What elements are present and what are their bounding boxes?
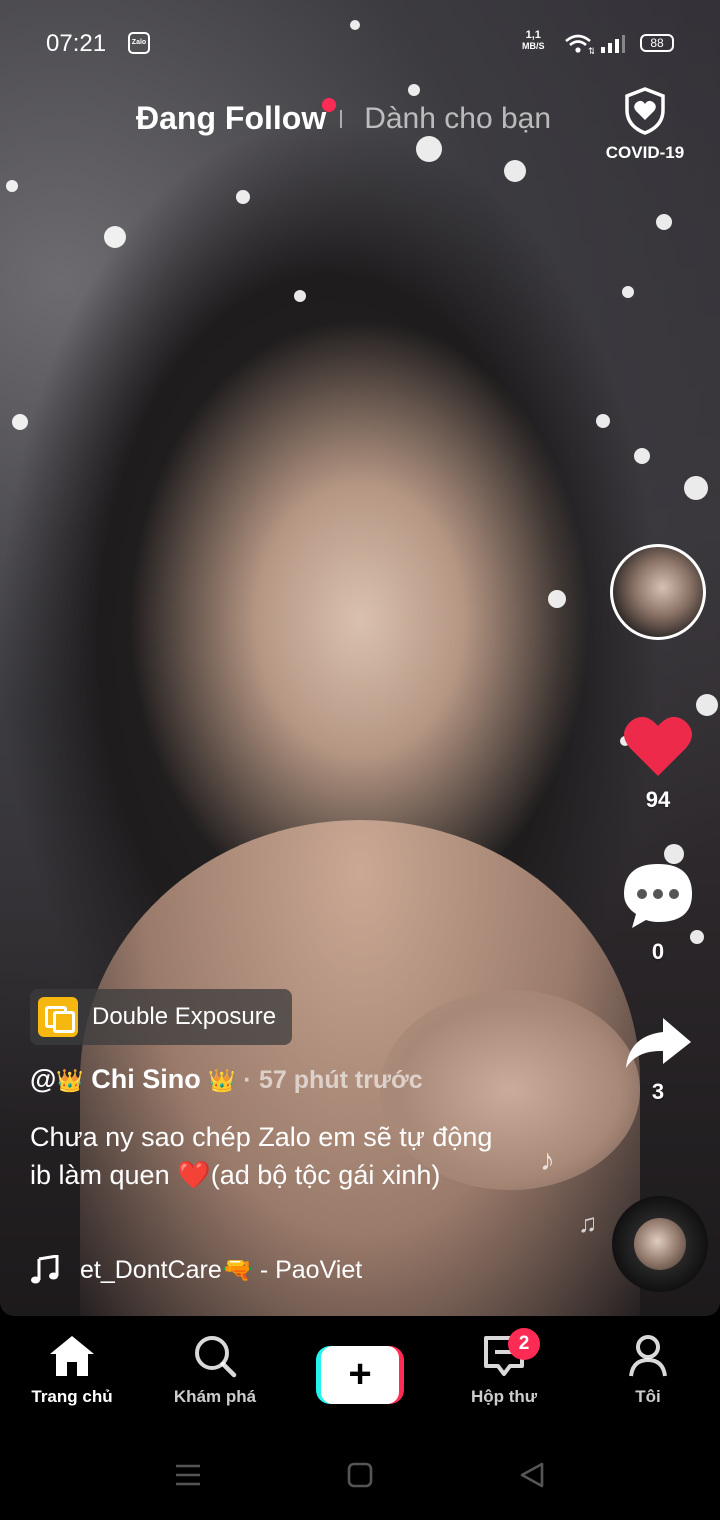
comment-icon [624, 864, 692, 928]
like-count: 94 [645, 787, 671, 812]
music-note-icon [31, 1255, 59, 1284]
creator-avatar[interactable] [610, 544, 706, 640]
covid-button[interactable]: COVID-19 [600, 86, 690, 163]
nav-discover-label: Khám phá [173, 1387, 257, 1406]
nav-discover[interactable]: Khám phá [155, 1334, 275, 1407]
tab-divider [340, 109, 343, 128]
net-speed-value: 1,1 [525, 29, 541, 41]
tab-following[interactable]: Đang Follow [136, 98, 337, 137]
post-time: 57 phút trước [259, 1066, 423, 1094]
signal-icon [601, 35, 625, 53]
music-title: et_DontCare🔫 - PaoViet [80, 1255, 363, 1284]
time-separator: · [243, 1066, 252, 1094]
svg-text:⇅: ⇅ [588, 47, 594, 54]
status-time: 07:21 [46, 30, 107, 57]
share-arrow-icon [626, 1018, 691, 1068]
post-caption[interactable]: Chưa ny sao chép Zalo em sẽ tự động ib l… [30, 1118, 510, 1194]
net-speed-unit: MB/S [522, 41, 545, 51]
music-cover [634, 1218, 686, 1270]
comment-button[interactable]: 0 [610, 860, 706, 965]
bottom-nav: Trang chủ Khám phá + 2 Hộp thư Tôi [0, 1316, 720, 1436]
music-disc[interactable] [612, 1196, 708, 1292]
author-at: @ [30, 1064, 57, 1094]
home-icon [50, 1336, 94, 1376]
share-button[interactable]: 3 [610, 1014, 706, 1105]
shield-heart-icon [625, 87, 665, 135]
search-icon [195, 1336, 237, 1378]
tab-for-you[interactable]: Dành cho bạn [364, 102, 551, 136]
net-speed: 1,1 MB/S [522, 30, 545, 52]
nav-profile-label: Tôi [635, 1387, 661, 1406]
tab-following-label: Đang Follow [136, 100, 327, 136]
wifi-icon: ⇅ [565, 34, 594, 54]
nav-inbox[interactable]: 2 Hộp thư [444, 1328, 564, 1407]
like-button[interactable]: 94 [610, 712, 706, 813]
covid-label: COVID-19 [605, 143, 685, 162]
nav-home-label: Trang chủ [31, 1387, 113, 1406]
menu-icon[interactable] [174, 1462, 202, 1488]
effect-icon [38, 997, 78, 1037]
new-content-dot [322, 98, 337, 112]
caption-heart-emoji: ❤️ [177, 1160, 211, 1190]
share-count: 3 [651, 1079, 665, 1104]
create-button[interactable]: + [316, 1346, 404, 1404]
effect-tag[interactable]: Double Exposure [30, 989, 293, 1045]
effect-label: Double Exposure [92, 1003, 277, 1030]
nav-home[interactable]: Trang chủ [12, 1334, 132, 1407]
home-square-icon[interactable] [346, 1462, 374, 1488]
plus-icon: + [321, 1346, 399, 1404]
caption-text-end: (ad bộ tộc gái xinh) [210, 1160, 441, 1190]
crown-emoji: 👑 [56, 1068, 84, 1093]
heart-icon [624, 716, 692, 776]
music-info[interactable]: et_DontCare🔫 - PaoViet [30, 1255, 362, 1285]
system-nav-bar [0, 1436, 720, 1520]
music-note-icon: ♪ [540, 1144, 555, 1177]
battery-icon: 88 [640, 34, 674, 52]
nav-profile[interactable]: Tôi [588, 1334, 708, 1407]
back-icon[interactable] [518, 1462, 546, 1488]
inbox-badge: 2 [508, 1328, 540, 1360]
zalo-notification-icon: Zalo [128, 32, 150, 54]
crown-emoji: 👑 [208, 1068, 236, 1093]
feed-tabs: Đang Follow Dành cho bạn [136, 98, 551, 137]
music-note-icon: ♫ [578, 1208, 598, 1238]
status-bar: 07:21 Zalo 1,1 MB/S ⇅ 88 [0, 0, 720, 88]
nav-inbox-label: Hộp thư [470, 1387, 538, 1406]
author-name[interactable]: Chi Sino [91, 1064, 201, 1094]
author-line: @👑 Chi Sino 👑 · 57 phút trước [30, 1064, 423, 1095]
profile-icon [629, 1335, 667, 1377]
comment-count: 0 [651, 939, 665, 964]
